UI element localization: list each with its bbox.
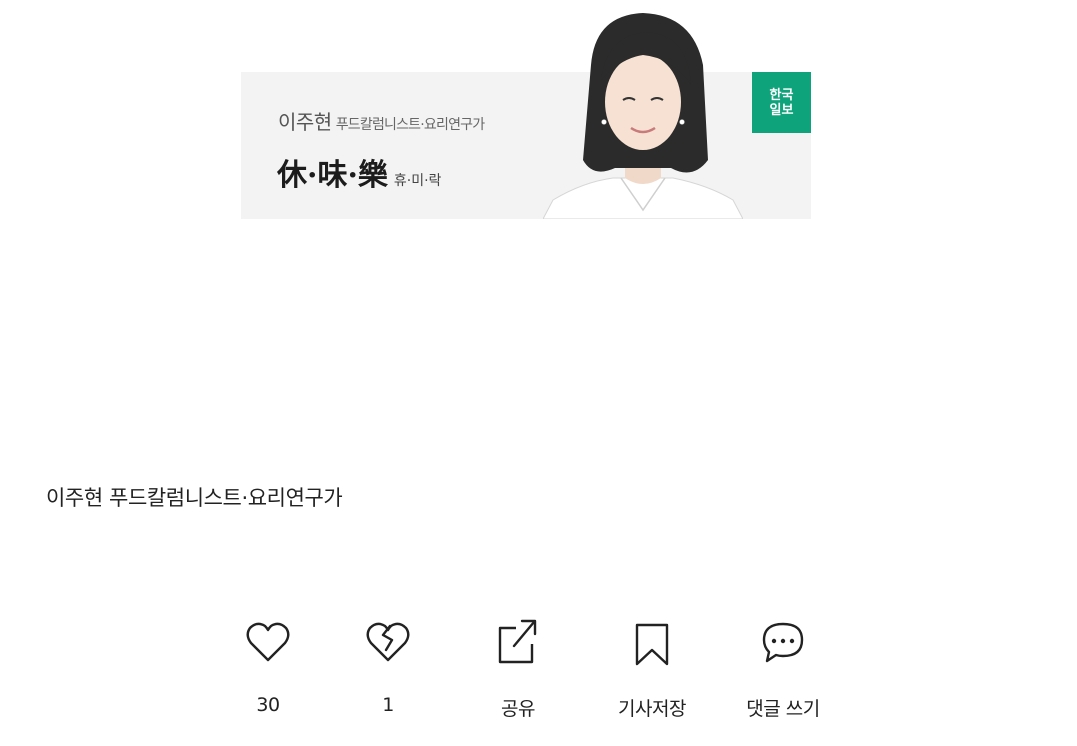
like-button[interactable]: 30: [208, 616, 328, 726]
banner-column-title-hangul: 휴·미·락: [393, 173, 442, 189]
banner-author-line: 이주현 푸드칼럼니스트·요리연구가: [278, 106, 485, 135]
dislike-count: 1: [382, 694, 394, 716]
publisher-logo: 한국일보: [752, 72, 811, 133]
share-label: 공유: [501, 698, 535, 720]
share-icon: [498, 619, 537, 664]
author-byline: 이주현 푸드칼럼니스트·요리연구가: [46, 486, 343, 510]
dislike-button[interactable]: 1: [328, 616, 448, 726]
broken-heart-icon: [366, 622, 410, 662]
heart-icon: [246, 622, 290, 662]
comment-icon: [762, 622, 804, 663]
like-count: 30: [256, 694, 280, 716]
banner-column-title: 休·味·樂 휴·미·락: [277, 150, 441, 194]
comment-label: 댓글 쓰기: [746, 698, 820, 720]
publisher-logo-text: 한국일보: [769, 87, 794, 118]
article-action-bar: 30 1 공유 기사저장 댓글 쓰기: [208, 616, 848, 726]
banner-author-role: 푸드칼럼니스트·요리연구가: [335, 117, 485, 133]
author-portrait: [543, 13, 743, 219]
comment-button[interactable]: 댓글 쓰기: [723, 616, 843, 726]
bookmark-button[interactable]: 기사저장: [592, 616, 712, 726]
bookmark-label: 기사저장: [618, 698, 686, 720]
bookmark-icon: [635, 623, 669, 666]
banner-column-title-hanja: 休·味·樂: [277, 158, 388, 193]
banner-author-name: 이주현: [278, 110, 332, 134]
share-button[interactable]: 공유: [458, 616, 578, 726]
